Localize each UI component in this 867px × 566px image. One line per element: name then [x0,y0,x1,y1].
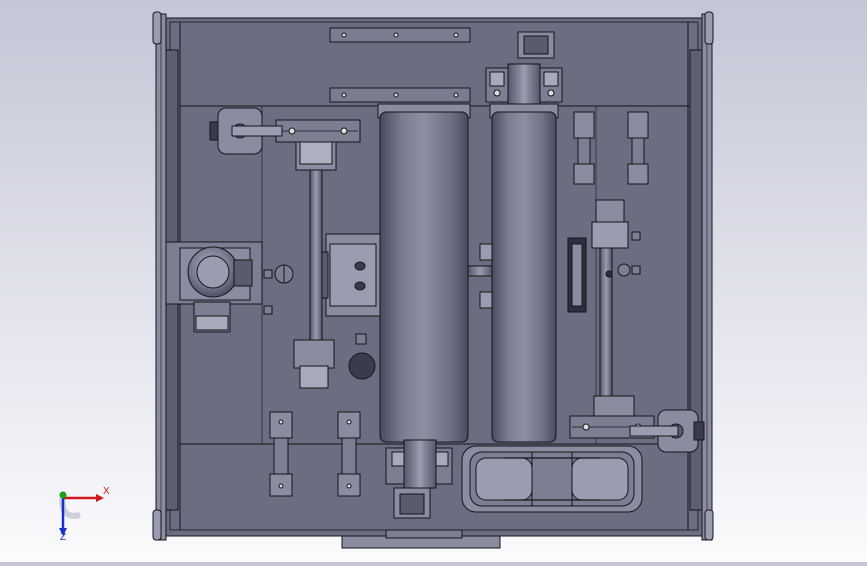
cad-viewport[interactable]: X Z Y [0,0,867,562]
machine-assembly-model [59,11,714,549]
triad-x-label: X [103,486,110,497]
right-roller [489,103,559,443]
round-port [348,352,376,380]
right-sensor-bar [567,237,587,313]
left-roller [377,103,471,443]
belt-gearbox [461,445,643,513]
right-indicator-knob [617,263,631,277]
right-side-rail [689,11,714,541]
coordinate-triad [59,491,104,536]
left-gear-housing [317,233,381,317]
triad-z-label: Z [60,532,67,543]
top-mounting-bracket-upper [329,27,471,43]
roller-link-shaft [467,265,493,277]
top-mounting-bracket-lower [329,87,471,103]
